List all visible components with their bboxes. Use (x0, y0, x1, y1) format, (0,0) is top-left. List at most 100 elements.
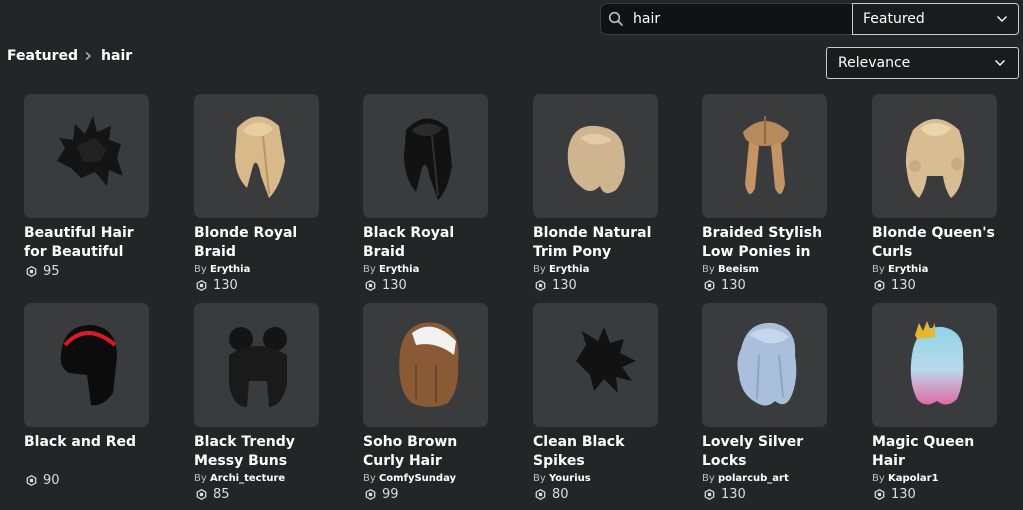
item-creator: By polarcub_art (702, 473, 789, 484)
item-thumbnail[interactable] (872, 94, 997, 218)
robux-icon (365, 280, 376, 291)
item-card[interactable]: Black Royal Braid By Erythia 130 (363, 94, 491, 293)
creator-link[interactable]: Beeism (718, 264, 759, 275)
item-thumbnail[interactable] (702, 303, 827, 427)
creator-link[interactable]: Erythia (379, 264, 419, 275)
item-price: 130 (702, 487, 830, 502)
robux-icon (704, 489, 715, 500)
item-price: 130 (702, 278, 830, 293)
item-name[interactable]: Black Trendy Messy Buns (194, 433, 322, 471)
item-thumbnail[interactable] (363, 94, 488, 218)
creator-link[interactable]: Yourius (549, 473, 591, 484)
item-creator: By Erythia (363, 264, 420, 275)
price-value: 99 (382, 487, 399, 502)
item-card[interactable]: Beautiful Hair for Beautiful People 95 (24, 94, 152, 279)
silver-locks-hair-icon (736, 322, 796, 406)
creator-link[interactable]: Erythia (549, 264, 589, 275)
item-thumbnail[interactable] (194, 94, 319, 218)
price-value: 90 (43, 473, 60, 488)
braided-ponies-hair-icon (742, 116, 789, 195)
item-name[interactable]: Beautiful Hair for Beautiful People (24, 224, 152, 262)
price-value: 80 (552, 487, 569, 502)
item-thumbnail[interactable] (363, 303, 488, 427)
item-creator: By Erythia (872, 264, 929, 275)
blonde-braid-hair-icon (234, 116, 285, 198)
creator-link[interactable]: Erythia (210, 264, 250, 275)
price-value: 130 (552, 278, 577, 293)
item-thumbnail[interactable] (702, 94, 827, 218)
chevron-down-icon (996, 15, 1008, 23)
robux-icon (874, 489, 885, 500)
item-card[interactable]: Black Trendy Messy Buns By Archi_tecture… (194, 303, 322, 502)
black-spikes-hair-icon (575, 327, 636, 393)
item-card[interactable]: Lovely Silver Locks By polarcub_art 130 (702, 303, 830, 502)
item-name[interactable]: Blonde Royal Braid (194, 224, 322, 262)
breadcrumb-parent[interactable]: Featured (7, 48, 78, 64)
item-card[interactable]: Braided Stylish Low Ponies in By Beeism … (702, 94, 830, 293)
brown-curly-hair-icon (398, 322, 459, 407)
item-name[interactable]: Soho Brown Curly Hair (363, 433, 491, 471)
chevron-right-icon (83, 51, 93, 61)
item-creator: By Archi_tecture (194, 473, 286, 484)
sort-dropdown[interactable]: Relevance (826, 47, 1019, 79)
price-value: 130 (721, 487, 746, 502)
price-value: 130 (891, 278, 916, 293)
item-thumbnail[interactable] (24, 94, 149, 218)
item-thumbnail[interactable] (194, 303, 319, 427)
item-name[interactable]: Lovely Silver Locks (702, 433, 830, 471)
search-input[interactable] (633, 11, 833, 27)
item-thumbnail[interactable] (533, 303, 658, 427)
item-creator: By Erythia (533, 264, 590, 275)
search-box[interactable] (600, 3, 852, 35)
item-price: 130 (872, 278, 1000, 293)
item-price: 130 (533, 278, 661, 293)
sort-dropdown-label: Relevance (838, 55, 911, 71)
item-name[interactable]: Black Royal Braid (363, 224, 491, 262)
item-name[interactable]: Clean Black Spikes (533, 433, 661, 471)
breadcrumb: Featured hair (7, 48, 132, 64)
item-price: 85 (194, 487, 322, 502)
item-price: 130 (194, 278, 322, 293)
item-creator: By Yourius (533, 473, 591, 484)
creator-link[interactable]: polarcub_art (718, 473, 789, 484)
creator-link[interactable]: Kapolar1 (888, 473, 939, 484)
item-thumbnail[interactable] (24, 303, 149, 427)
item-creator: By ComfySunday (363, 473, 457, 484)
item-creator: By Erythia (194, 264, 251, 275)
item-price: 90 (24, 473, 152, 488)
search-icon (608, 11, 624, 27)
item-thumbnail[interactable] (533, 94, 658, 218)
black-spiky-hair-icon (56, 116, 123, 186)
robux-icon (535, 280, 546, 291)
item-name[interactable]: Blonde Queen's Curls (872, 224, 1000, 262)
item-name[interactable]: Braided Stylish Low Ponies in (702, 224, 830, 262)
robux-icon (874, 280, 885, 291)
item-name[interactable]: Blonde Natural Trim Pony (533, 224, 661, 262)
breadcrumb-current: hair (101, 48, 133, 64)
item-card[interactable]: Magic Queen Hair By Kapolar1 130 (872, 303, 1000, 502)
robux-icon (704, 280, 715, 291)
item-thumbnail[interactable] (872, 303, 997, 427)
category-dropdown-label: Featured (863, 11, 925, 27)
price-value: 130 (213, 278, 238, 293)
item-price: 130 (872, 487, 1000, 502)
item-name[interactable]: Magic Queen Hair (872, 433, 1000, 471)
item-card[interactable]: Blonde Natural Trim Pony By Erythia 130 (533, 94, 661, 293)
black-buns-hair-icon (228, 327, 287, 407)
item-price: 80 (533, 487, 661, 502)
item-card[interactable]: Soho Brown Curly Hair By ComfySunday 99 (363, 303, 491, 502)
robux-icon (26, 266, 37, 277)
item-card[interactable]: Clean Black Spikes By Yourius 80 (533, 303, 661, 502)
creator-link[interactable]: ComfySunday (379, 473, 456, 484)
price-value: 85 (213, 487, 230, 502)
item-card[interactable]: Black and Red 90 (24, 303, 152, 488)
creator-link[interactable]: Erythia (888, 264, 928, 275)
item-name[interactable]: Black and Red (24, 433, 152, 471)
blonde-curls-hair-icon (905, 119, 964, 198)
item-price: 99 (363, 487, 491, 502)
creator-link[interactable]: Archi_tecture (210, 473, 285, 484)
item-card[interactable]: Blonde Queen's Curls By Erythia 130 (872, 94, 1000, 293)
item-card[interactable]: Blonde Royal Braid By Erythia 130 (194, 94, 322, 293)
blonde-pony-hair-icon (567, 125, 625, 194)
category-dropdown[interactable]: Featured (852, 3, 1019, 35)
